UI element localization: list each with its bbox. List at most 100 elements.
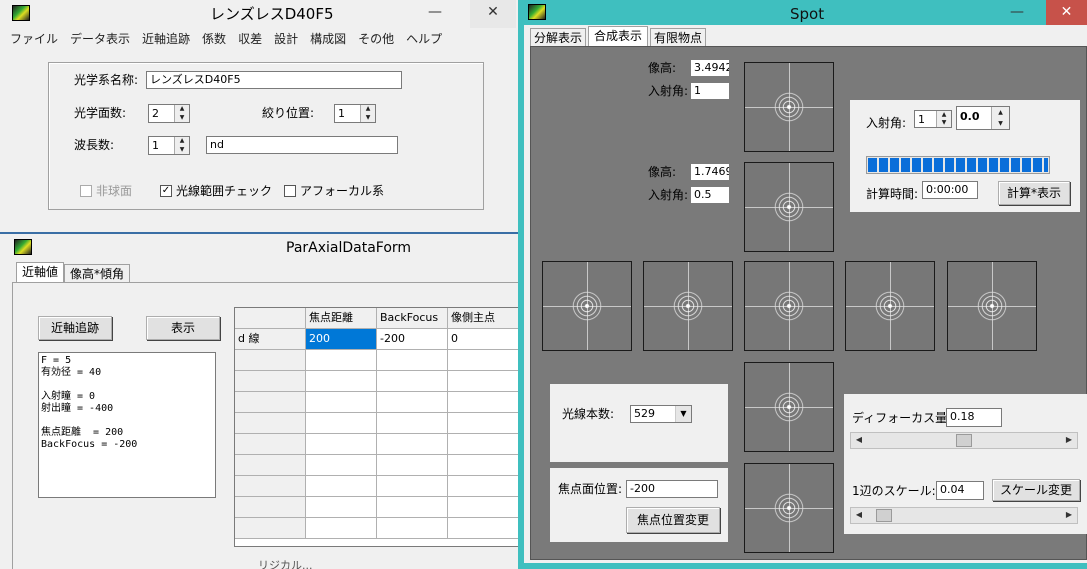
defocus-slider[interactable]: ◀ ▶ <box>850 432 1078 449</box>
grid-row-label <box>235 455 306 476</box>
menu-aberration[interactable]: 収差 <box>232 28 268 50</box>
grid-cell[interactable] <box>306 518 377 539</box>
tab-decomposed-view[interactable]: 分解表示 <box>530 28 586 46</box>
tab-finite-object[interactable]: 有限物点 <box>650 28 706 46</box>
grid-cell[interactable] <box>448 476 518 497</box>
grid-cell[interactable] <box>306 392 377 413</box>
grid-cell[interactable] <box>306 434 377 455</box>
aspheric-checkbox[interactable] <box>80 185 92 197</box>
grid-cell[interactable] <box>377 371 448 392</box>
image-height-value-2[interactable]: 1.7469 <box>690 163 730 181</box>
system-name-input[interactable]: レンズレスD40F5 <box>146 71 402 89</box>
spin-arrows-icon[interactable]: ▲ ▼ <box>174 105 189 122</box>
wavelength-count-spinner[interactable]: 1 ▲ ▼ <box>148 136 190 155</box>
menu-data-view[interactable]: データ表示 <box>64 28 136 50</box>
grid-cell[interactable] <box>306 371 377 392</box>
grid-cell[interactable] <box>306 455 377 476</box>
paraxial-grid[interactable]: 焦点距離 BackFocus 像側主点 d 線 200 -200 0 <box>234 307 518 547</box>
paraxial-trace-button[interactable]: 近軸追跡 <box>38 316 112 340</box>
tab-paraxial-values[interactable]: 近軸値 <box>16 262 64 283</box>
defocus-input[interactable]: 0.18 <box>946 408 1002 427</box>
grid-cell[interactable] <box>377 350 448 371</box>
grid-cell-focal-length[interactable]: 200 <box>306 329 377 350</box>
grid-cell[interactable] <box>448 350 518 371</box>
menu-other[interactable]: その他 <box>352 28 400 50</box>
grid-cell[interactable] <box>377 392 448 413</box>
menu-layout[interactable]: 構成図 <box>304 28 352 50</box>
grid-cell[interactable] <box>448 455 518 476</box>
paraxial-window: ParAxialDataForm 近軸値 像高*傾角 近軸追跡 表示 F = 5… <box>0 234 518 569</box>
minimize-button[interactable]: — <box>1004 0 1030 28</box>
scroll-right-icon[interactable]: ▶ <box>1061 433 1077 448</box>
tab-composite-view[interactable]: 合成表示 <box>588 26 648 46</box>
calc-angle-int-spinner[interactable]: 1 ▲ ▼ <box>914 110 952 128</box>
minimize-button[interactable]: — <box>424 0 446 28</box>
scroll-left-icon[interactable]: ◀ <box>851 508 867 523</box>
grid-cell[interactable] <box>377 455 448 476</box>
scroll-right-icon[interactable]: ▶ <box>1061 508 1077 523</box>
grid-row-label <box>235 518 306 539</box>
grid-cell[interactable] <box>448 413 518 434</box>
grid-cell[interactable] <box>448 371 518 392</box>
grid-cell[interactable] <box>448 392 518 413</box>
close-button[interactable]: ✕ <box>470 0 516 28</box>
grid-cell[interactable] <box>377 434 448 455</box>
app-icon <box>14 239 32 255</box>
menu-file[interactable]: ファイル <box>4 28 64 50</box>
menu-help[interactable]: ヘルプ <box>400 28 448 50</box>
close-button[interactable]: ✕ <box>1046 0 1087 28</box>
grid-cell-principal-point[interactable]: 0 <box>448 329 518 350</box>
grid-cell[interactable] <box>306 476 377 497</box>
calc-angle-dec-spinner[interactable]: 0.0 ▲ ▼ <box>956 106 1010 130</box>
afocal-checkbox[interactable] <box>284 185 296 197</box>
spin-arrows-icon[interactable]: ▲ ▼ <box>174 137 189 154</box>
scale-label: 1辺のスケール: <box>852 484 936 498</box>
paraxial-titlebar[interactable]: ParAxialDataForm <box>0 234 518 262</box>
chevron-down-icon[interactable]: ▼ <box>675 406 691 422</box>
menu-paraxial-trace[interactable]: 近軸追跡 <box>136 28 196 50</box>
scale-slider-thumb[interactable] <box>876 509 892 522</box>
stop-position-spinner[interactable]: 1 ▲ ▼ <box>334 104 376 123</box>
menu-design[interactable]: 設計 <box>268 28 304 50</box>
grid-cell[interactable] <box>377 497 448 518</box>
spot-titlebar[interactable]: Spot — ✕ <box>518 0 1087 28</box>
scale-input[interactable]: 0.04 <box>936 481 984 500</box>
spin-arrows-icon[interactable]: ▲ ▼ <box>991 107 1009 129</box>
incidence-angle-value-1[interactable]: 1 <box>690 82 730 100</box>
change-focus-button[interactable]: 焦点位置変更 <box>626 507 720 533</box>
grid-cell[interactable] <box>448 518 518 539</box>
menu-coefficients[interactable]: 係数 <box>196 28 232 50</box>
spin-arrows-icon[interactable]: ▲ ▼ <box>936 111 951 127</box>
change-scale-button[interactable]: スケール変更 <box>992 479 1080 501</box>
spot-diagram-upper <box>744 162 834 252</box>
grid-cell[interactable] <box>306 497 377 518</box>
grid-cell[interactable] <box>306 350 377 371</box>
defocus-slider-thumb[interactable] <box>956 434 972 447</box>
lens-window-title: レンズレスD40F5 <box>210 5 334 23</box>
incidence-angle-value-2[interactable]: 0.5 <box>690 186 730 204</box>
grid-cell[interactable] <box>448 434 518 455</box>
scale-slider[interactable]: ◀ ▶ <box>850 507 1078 524</box>
grid-cell[interactable] <box>377 413 448 434</box>
surface-count-spinner[interactable]: 2 ▲ ▼ <box>148 104 190 123</box>
spin-arrows-icon[interactable]: ▲ ▼ <box>360 105 375 122</box>
focus-position-input[interactable]: -200 <box>626 480 718 498</box>
grid-cell[interactable] <box>448 497 518 518</box>
scroll-left-icon[interactable]: ◀ <box>851 433 867 448</box>
paraxial-results-memo[interactable]: F = 5 有効径 = 40 入射瞳 = 0 射出瞳 = -400 焦点距離 =… <box>38 352 216 498</box>
grid-cell[interactable] <box>306 413 377 434</box>
calc-time-value[interactable]: 0:00:00 <box>922 181 978 199</box>
calc-display-button[interactable]: 計算*表示 <box>998 181 1070 205</box>
ray-count-select[interactable]: 529 ▼ <box>630 405 692 423</box>
tab-image-height-angle[interactable]: 像高*傾角 <box>64 264 130 283</box>
grid-cell[interactable] <box>377 518 448 539</box>
grid-cell-backfocus[interactable]: -200 <box>377 329 448 350</box>
show-button[interactable]: 表示 <box>146 316 220 340</box>
ray-range-checkbox[interactable]: ✓ <box>160 185 172 197</box>
footer-label: リジカル... <box>258 559 313 569</box>
lens-titlebar[interactable]: レンズレスD40F5 — ✕ <box>0 0 518 28</box>
wavelength-name-input[interactable]: nd <box>206 136 398 154</box>
grid-cell[interactable] <box>377 476 448 497</box>
image-height-value-1[interactable]: 3.4942 <box>690 59 730 77</box>
calc-progress-fill <box>868 158 1048 172</box>
